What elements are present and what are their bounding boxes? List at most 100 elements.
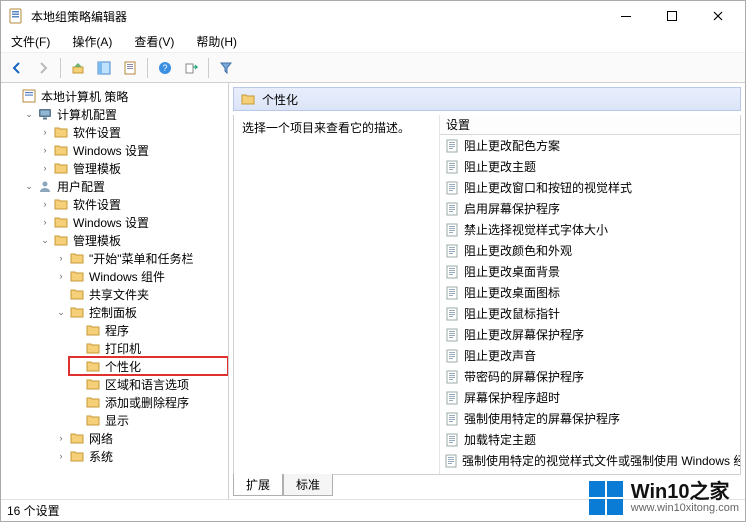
policy-item[interactable]: 阻止更改鼠标指针	[440, 303, 740, 324]
tree-add-remove-programs[interactable]: ›添加或删除程序	[69, 393, 228, 411]
tree-admin-templates[interactable]: ›管理模板	[37, 159, 228, 177]
tree-computer-config[interactable]: ⌄ 计算机配置	[21, 105, 228, 123]
expand-icon[interactable]: ›	[39, 162, 51, 174]
tree-programs[interactable]: ›程序	[69, 321, 228, 339]
titlebar: 本地组策略编辑器	[1, 1, 745, 31]
expand-icon[interactable]: ›	[55, 450, 67, 462]
menu-view[interactable]: 查看(V)	[130, 31, 178, 52]
list-scroll[interactable]: 阻止更改配色方案阻止更改主题阻止更改窗口和按钮的视觉样式启用屏幕保护程序禁止选择…	[440, 135, 740, 474]
collapse-icon[interactable]: ⌄	[23, 180, 35, 192]
policy-item[interactable]: 启用屏幕保护程序	[440, 198, 740, 219]
tree-windows-settings[interactable]: › Windows 设置	[37, 213, 228, 231]
folder-icon	[53, 124, 69, 140]
folder-icon	[69, 286, 85, 302]
tree-printers[interactable]: ›打印机	[69, 339, 228, 357]
tree-control-panel[interactable]: ⌄控制面板	[53, 303, 228, 321]
tree-region-language[interactable]: ›区域和语言选项	[69, 375, 228, 393]
tree-user-config[interactable]: ⌄ 用户配置	[21, 177, 228, 195]
policy-item[interactable]: 阻止更改配色方案	[440, 135, 740, 156]
policy-item[interactable]: 阻止更改桌面图标	[440, 282, 740, 303]
back-button[interactable]	[5, 56, 29, 80]
policy-label: 阻止更改桌面背景	[464, 263, 560, 280]
collapse-icon[interactable]: ⌄	[23, 108, 35, 120]
policy-item[interactable]: 加载特定主题	[440, 429, 740, 450]
folder-icon	[85, 358, 101, 374]
close-button[interactable]	[695, 1, 741, 31]
detail-body: 选择一个项目来查看它的描述。 设置 阻止更改配色方案阻止更改主题阻止更改窗口和按…	[233, 115, 741, 475]
expand-icon[interactable]: ›	[55, 270, 67, 282]
export-button[interactable]	[179, 56, 203, 80]
policy-item[interactable]: 阻止更改颜色和外观	[440, 240, 740, 261]
folder-icon	[85, 340, 101, 356]
forward-button[interactable]	[31, 56, 55, 80]
tree-label: 本地计算机 策略	[39, 88, 130, 105]
tree-label: 网络	[87, 430, 115, 447]
policy-icon	[444, 369, 460, 385]
tree-windows-settings[interactable]: ›Windows 设置	[37, 141, 228, 159]
policy-item[interactable]: 带密码的屏幕保护程序	[440, 366, 740, 387]
detail-title: 个性化	[262, 91, 298, 108]
workspace: ▸ 本地计算机 策略 ⌄ 计算机配置	[1, 83, 745, 499]
help-button[interactable]: ?	[153, 56, 177, 80]
policy-label: 屏幕保护程序超时	[464, 389, 560, 406]
policy-item[interactable]: 禁止选择视觉样式字体大小	[440, 219, 740, 240]
maximize-button[interactable]	[649, 1, 695, 31]
policy-item[interactable]: 阻止更改桌面背景	[440, 261, 740, 282]
tree-software-settings[interactable]: ›软件设置	[37, 195, 228, 213]
show-tree-button[interactable]	[92, 56, 116, 80]
policy-root-icon	[21, 88, 37, 104]
policy-icon	[444, 180, 460, 196]
policy-item[interactable]: 阻止更改主题	[440, 156, 740, 177]
tree-label: 软件设置	[71, 124, 123, 141]
tree-shared-folders[interactable]: ›共享文件夹	[53, 285, 228, 303]
policy-item[interactable]: 阻止更改屏幕保护程序	[440, 324, 740, 345]
tree-windows-components[interactable]: › Windows 组件	[53, 267, 228, 285]
minimize-button[interactable]	[603, 1, 649, 31]
expand-icon[interactable]: ›	[39, 216, 51, 228]
menu-file[interactable]: 文件(F)	[7, 31, 54, 52]
detail-pane: 个性化 选择一个项目来查看它的描述。 设置 阻止更改配色方案阻止更改主题阻止更改…	[229, 83, 745, 499]
policy-item[interactable]: 阻止更改窗口和按钮的视觉样式	[440, 177, 740, 198]
expand-icon[interactable]: ›	[39, 198, 51, 210]
filter-button[interactable]	[214, 56, 238, 80]
policy-item[interactable]: 强制使用特定的屏幕保护程序	[440, 408, 740, 429]
expand-icon[interactable]: ›	[55, 432, 67, 444]
tree-network[interactable]: › 网络	[53, 429, 228, 447]
policy-label: 阻止更改配色方案	[464, 137, 560, 154]
tree-admin-templates[interactable]: ⌄管理模板	[37, 231, 228, 249]
policy-label: 启用屏幕保护程序	[464, 200, 560, 217]
expand-icon[interactable]: ›	[39, 126, 51, 138]
expand-icon[interactable]: ›	[55, 252, 67, 264]
description-text: 选择一个项目来查看它的描述。	[242, 121, 410, 135]
tree-start-menu[interactable]: ›"开始"菜单和任务栏	[53, 249, 228, 267]
tree-label: Windows 设置	[71, 214, 151, 231]
policy-item[interactable]: 阻止更改声音	[440, 345, 740, 366]
folder-icon	[69, 448, 85, 464]
policy-icon	[444, 138, 460, 154]
expand-icon[interactable]: ›	[39, 144, 51, 156]
collapse-icon[interactable]: ⌄	[39, 234, 51, 246]
policy-label: 强制使用特定的屏幕保护程序	[464, 410, 620, 427]
policy-item[interactable]: 强制使用特定的视觉样式文件或强制使用 Windows 经典	[440, 450, 740, 471]
collapse-icon[interactable]: ⌄	[55, 306, 67, 318]
tree-personalization[interactable]: ›个性化	[69, 357, 228, 375]
tree-pane[interactable]: ▸ 本地计算机 策略 ⌄ 计算机配置	[1, 83, 229, 499]
tree-root[interactable]: ▸ 本地计算机 策略	[5, 87, 228, 105]
policy-label: 带密码的屏幕保护程序	[464, 368, 584, 385]
policy-icon	[444, 264, 460, 280]
up-button[interactable]	[66, 56, 90, 80]
tree-label: 程序	[103, 322, 131, 339]
properties-button[interactable]	[118, 56, 142, 80]
tree-software-settings[interactable]: › 软件设置	[37, 123, 228, 141]
tree-label: Windows 组件	[87, 268, 167, 285]
tree-system[interactable]: ›系统	[53, 447, 228, 465]
tab-extended[interactable]: 扩展	[233, 474, 283, 496]
policy-item[interactable]: 屏幕保护程序超时	[440, 387, 740, 408]
toolbar-sep	[208, 58, 209, 78]
menu-help[interactable]: 帮助(H)	[192, 31, 241, 52]
tree-display[interactable]: ›显示	[69, 411, 228, 429]
menu-action[interactable]: 操作(A)	[68, 31, 116, 52]
tab-standard[interactable]: 标准	[283, 474, 333, 496]
column-header[interactable]: 设置	[440, 115, 740, 135]
policy-label: 阻止更改窗口和按钮的视觉样式	[464, 179, 632, 196]
